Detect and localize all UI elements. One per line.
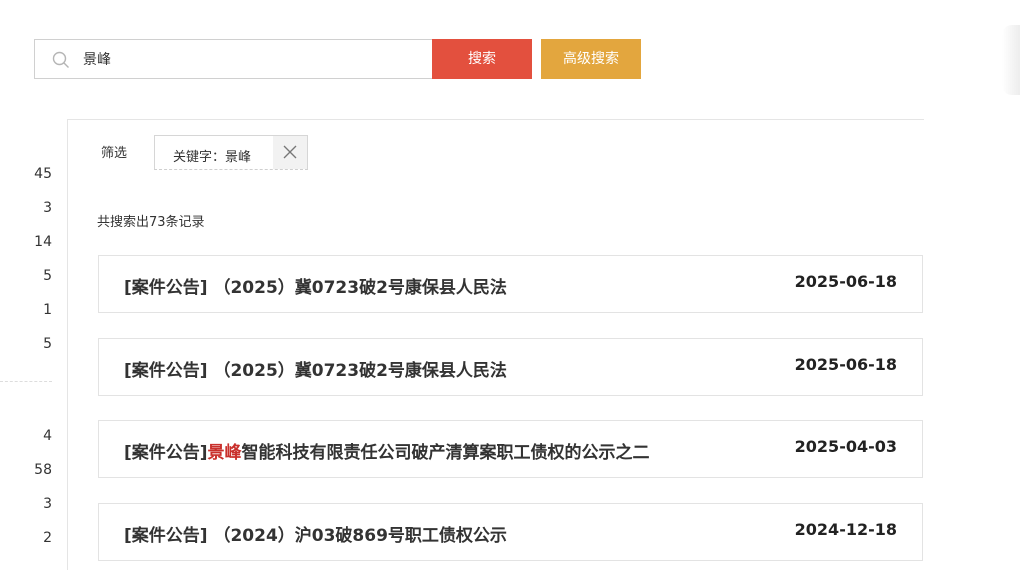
- count-value[interactable]: 45: [0, 166, 52, 182]
- result-date: 2025-06-18: [794, 355, 897, 374]
- search-box: [34, 39, 432, 79]
- count-value[interactable]: 5: [0, 268, 52, 284]
- result-title[interactable]: [案件公告] （2025）冀0723破2号康保县人民法: [124, 356, 507, 381]
- result-date: 2024-12-18: [794, 520, 897, 539]
- result-title-text: （2025）冀0723破2号康保县人民法: [207, 361, 507, 381]
- result-prefix: [案件公告]: [124, 278, 208, 298]
- result-title[interactable]: [案件公告] （2024）沪03破869号职工债权公示: [124, 521, 507, 546]
- filter-label: 筛选: [101, 146, 128, 161]
- result-title-text: （2025）冀0723破2号康保县人民法: [207, 278, 507, 298]
- count-value[interactable]: 5: [0, 336, 52, 352]
- count-value[interactable]: 58: [0, 462, 52, 478]
- result-item[interactable]: [案件公告] （2024）沪03破869号职工债权公示 2024-12-18: [98, 503, 923, 561]
- count-value[interactable]: 1: [0, 302, 52, 318]
- count-value[interactable]: 3: [0, 496, 52, 512]
- result-title[interactable]: [案件公告] （2025）冀0723破2号康保县人民法: [124, 273, 507, 298]
- search-input[interactable]: [83, 40, 413, 78]
- count-value[interactable]: 4: [0, 428, 52, 444]
- filter-tag: 关键字：景峰: [154, 135, 308, 170]
- advanced-search-button[interactable]: 高级搜索: [541, 39, 641, 79]
- count-value[interactable]: 3: [0, 200, 52, 216]
- count-value[interactable]: 2: [0, 530, 52, 546]
- result-highlight: 景峰: [207, 443, 242, 463]
- search-button[interactable]: 搜索: [432, 39, 532, 79]
- sidebar-divider: [0, 381, 52, 382]
- filter-tag-text: 关键字：景峰: [173, 150, 252, 165]
- result-title-text: （2024）沪03破869号职工债权公示: [207, 526, 507, 546]
- result-title[interactable]: [案件公告]景峰智能科技有限责任公司破产清算案职工债权的公示之二: [124, 438, 650, 463]
- result-date: 2025-04-03: [794, 437, 897, 456]
- result-prefix: [案件公告]: [124, 526, 208, 546]
- result-date: 2025-06-18: [794, 272, 897, 291]
- result-item[interactable]: [案件公告] （2025）冀0723破2号康保县人民法 2025-06-18: [98, 255, 923, 313]
- result-item[interactable]: [案件公告]景峰智能科技有限责任公司破产清算案职工债权的公示之二 2025-04…: [98, 420, 923, 478]
- sidebar-counts: 45 3 14 5 1 5 4 58 3 2: [0, 0, 60, 557]
- result-title-text: 智能科技有限责任公司破产清算案职工债权的公示之二: [241, 443, 650, 463]
- result-prefix: [案件公告]: [124, 443, 208, 463]
- result-count: 共搜索出73条记录: [97, 215, 205, 230]
- remove-filter-button[interactable]: [273, 136, 307, 169]
- result-item[interactable]: [案件公告] （2025）冀0723破2号康保县人民法 2025-06-18: [98, 338, 923, 396]
- result-prefix: [案件公告]: [124, 361, 208, 381]
- floating-panel-edge: [1002, 25, 1020, 95]
- close-icon: [283, 145, 297, 159]
- count-value[interactable]: 14: [0, 234, 52, 250]
